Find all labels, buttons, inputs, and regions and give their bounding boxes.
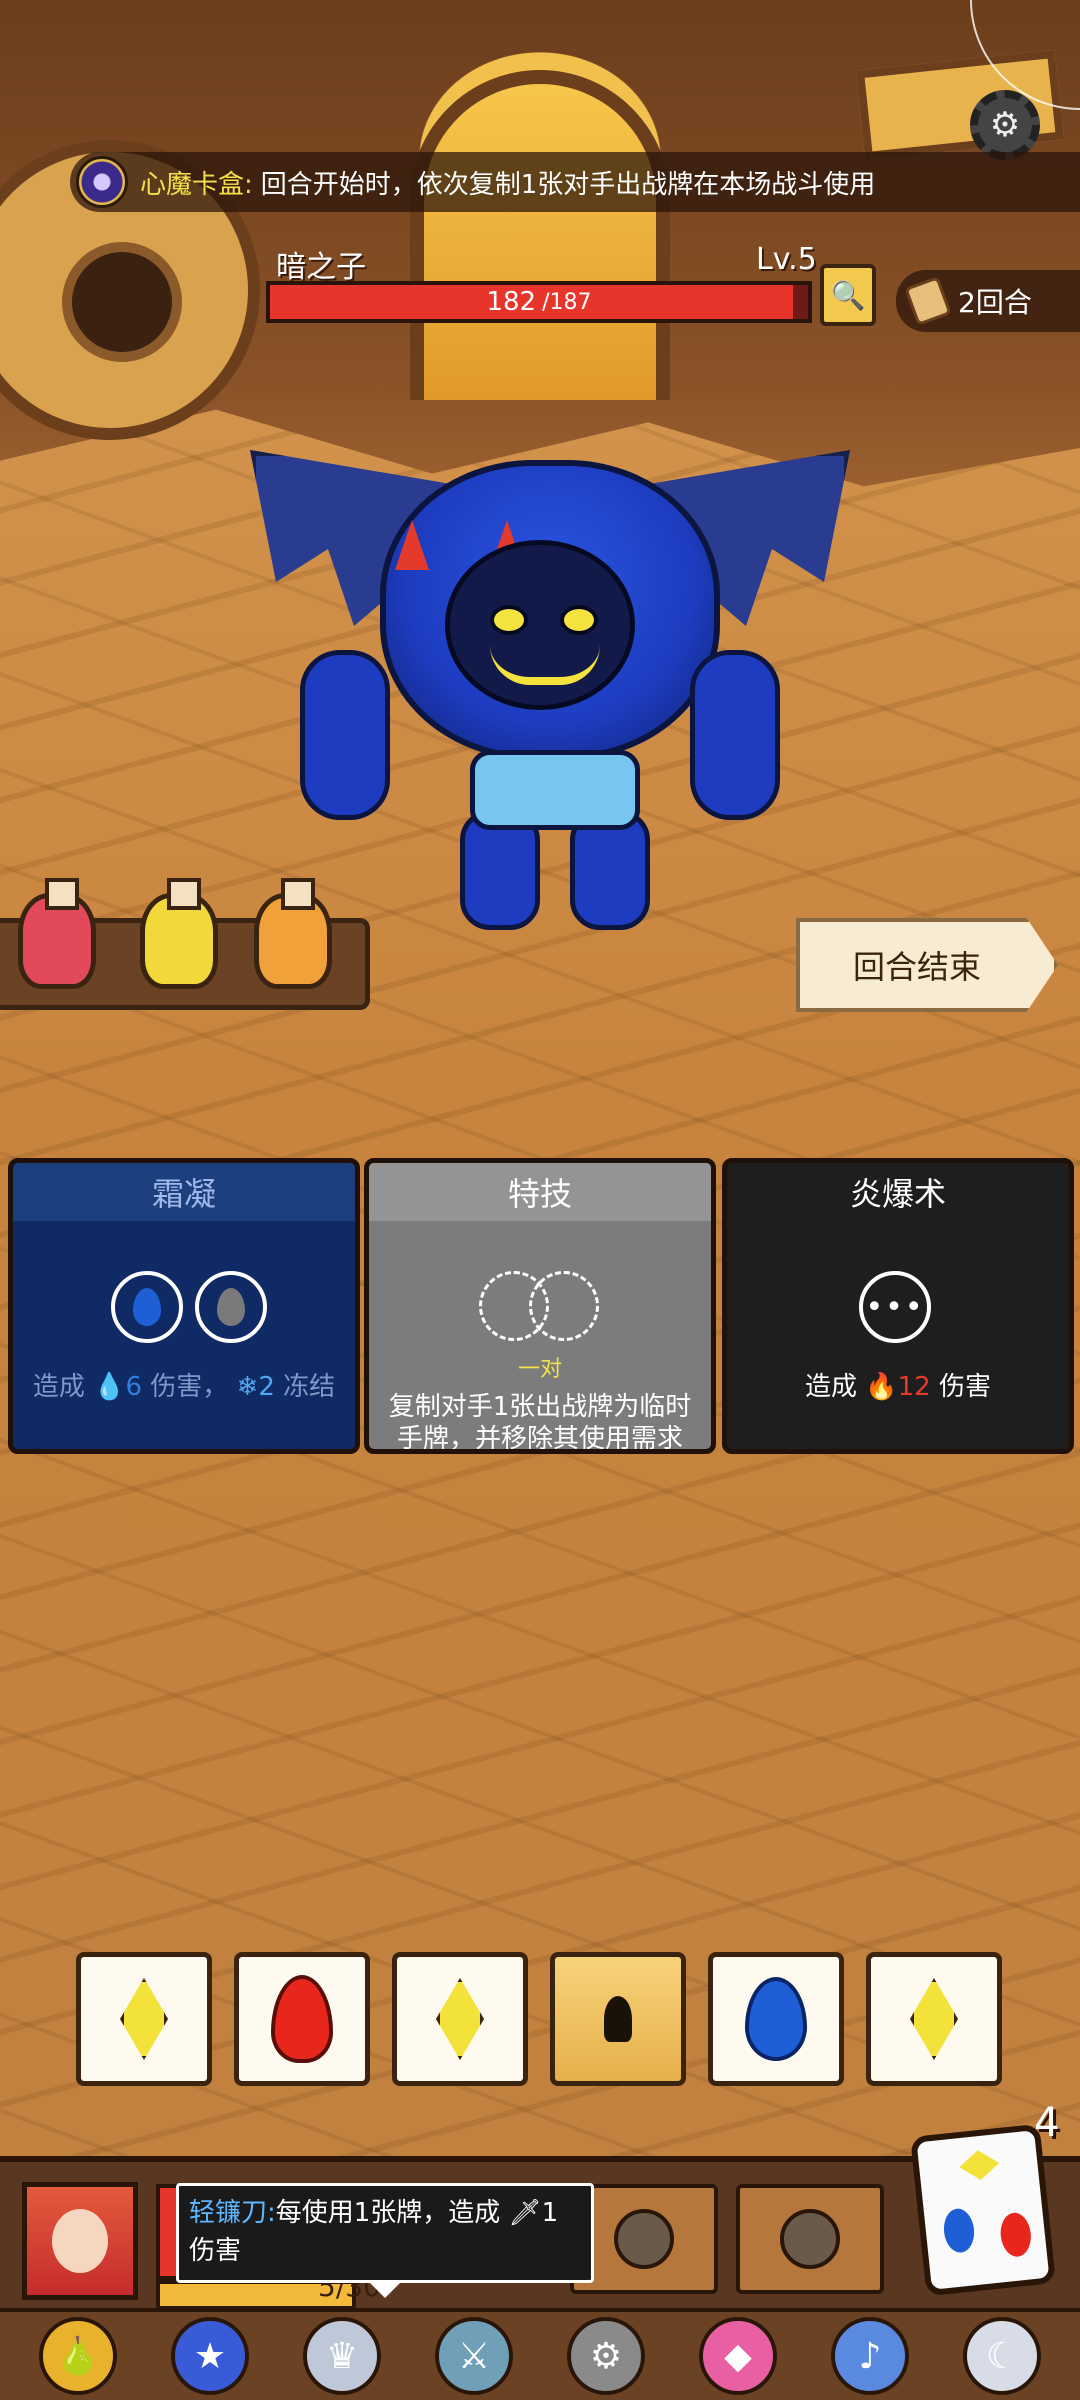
buff-description: 回合开始时，依次复制1张对手出战牌在本场战斗使用 bbox=[260, 169, 876, 200]
dice-locked[interactable] bbox=[550, 1952, 686, 2086]
monster-left-arm bbox=[300, 650, 390, 820]
right-eye bbox=[560, 605, 598, 635]
monster-face bbox=[445, 540, 635, 710]
monster-pants bbox=[470, 750, 640, 830]
enemy-hp-current: 182 bbox=[486, 287, 537, 317]
tooltip-text: 每使用1张牌，造成 bbox=[275, 2198, 501, 2228]
desc-middle: 伤害， bbox=[150, 1372, 229, 1402]
monster-right-arm bbox=[690, 650, 780, 820]
monster-mouth bbox=[490, 645, 600, 685]
dice-blue-water[interactable] bbox=[708, 1952, 844, 2086]
golden-fruit-icon[interactable]: 🍐 bbox=[39, 2317, 117, 2395]
yellow-diamond-icon bbox=[436, 1978, 484, 2060]
turn-label: 2回合 bbox=[958, 286, 1032, 319]
left-eye bbox=[490, 605, 528, 635]
card-skill-title: 特技 bbox=[369, 1163, 711, 1221]
player-avatar[interactable] bbox=[22, 2182, 138, 2300]
enemy-name: 暗之子 bbox=[276, 250, 366, 285]
water-small-icon: 💧 bbox=[93, 1372, 126, 1402]
orange-potion[interactable] bbox=[254, 878, 332, 989]
fire-damage-value: 12 bbox=[897, 1372, 931, 1402]
scroll-icon bbox=[904, 276, 952, 326]
card-skill[interactable]: 特技 一对 复制对手1张出战牌为临时手牌，并移除其使用需求 bbox=[364, 1158, 716, 1454]
ellipsis-icon: ••• bbox=[865, 1289, 925, 1325]
moon-ring-icon[interactable]: ☾ bbox=[963, 2317, 1041, 2395]
snowflake-icon: ❄ bbox=[236, 1372, 259, 1402]
card-skill-body: 一对 复制对手1张出战牌为临时手牌，并移除其使用需求 bbox=[369, 1221, 711, 1454]
yellow-diamond-icon bbox=[120, 1978, 168, 2060]
grey-drop-icon bbox=[217, 1288, 245, 1326]
silver-crown-icon[interactable]: ♛ bbox=[303, 2317, 381, 2395]
red-pip bbox=[998, 2211, 1033, 2259]
enemy-hp-text: 182 /187 bbox=[270, 285, 808, 319]
blue-pip bbox=[941, 2207, 977, 2255]
card-fire-description: 造成 🔥12 伤害 bbox=[727, 1371, 1069, 1403]
enemy-info-button[interactable]: 🔍 bbox=[820, 264, 876, 326]
ruin-archway bbox=[410, 70, 670, 400]
dice-yellow-diamond[interactable] bbox=[392, 1952, 528, 2086]
frost-freeze-value: 2 bbox=[258, 1372, 275, 1402]
dice-yellow-diamond[interactable] bbox=[866, 1952, 1002, 2086]
enemy-hp-max: /187 bbox=[542, 289, 592, 315]
dice-red-fire[interactable] bbox=[234, 1952, 370, 2086]
card-frost-title: 霜凝 bbox=[13, 1163, 355, 1221]
tooltip-line-2: 伤害 bbox=[189, 2236, 242, 2266]
tooltip-line-1: 轻镰刀:每使用1张牌，造成 🗡1 bbox=[189, 2194, 581, 2232]
card-frost-description: 造成 💧6 伤害， ❄2 冻结 bbox=[13, 1371, 355, 1403]
card-frost[interactable]: 霜凝 造成 💧6 伤害， ❄2 冻结 bbox=[8, 1158, 360, 1454]
pair-requirement-label: 一对 bbox=[517, 1357, 562, 1382]
water-slot-icon bbox=[111, 1271, 183, 1343]
empty-slot-icon bbox=[529, 1271, 599, 1341]
spiked-ball-icon bbox=[614, 2209, 674, 2269]
equipment-slot-2[interactable] bbox=[736, 2184, 884, 2294]
enemy-hp-bar: 182 /187 bbox=[266, 281, 812, 323]
tooltip-value: 1 bbox=[541, 2198, 559, 2228]
any-dice-slot-icon: ••• bbox=[859, 1271, 931, 1343]
fire-small-icon: 🔥 bbox=[865, 1372, 898, 1402]
buff-name: 心魔卡盒: bbox=[140, 169, 253, 200]
blue-water-icon bbox=[745, 1977, 807, 2061]
horn-icon[interactable]: ♪ bbox=[831, 2317, 909, 2395]
enemy-level: Lv.5 bbox=[756, 242, 817, 277]
desc-prefix: 造成 bbox=[32, 1372, 85, 1402]
relic-tooltip: 轻镰刀:每使用1张牌，造成 🗡1 伤害 bbox=[176, 2183, 594, 2298]
lock-icon bbox=[604, 1996, 632, 2042]
card-fire-title: 炎爆术 bbox=[727, 1163, 1069, 1221]
card-fire-body: ••• 造成 🔥12 伤害 bbox=[727, 1221, 1069, 1449]
yellow-pip bbox=[958, 2148, 1001, 2182]
sickle-icon[interactable]: ⚔ bbox=[435, 2317, 513, 2395]
turn-counter: 2回合 bbox=[896, 270, 1080, 332]
yellow-diamond-icon bbox=[910, 1978, 958, 2060]
pink-d20-icon[interactable]: ◆ bbox=[699, 2317, 777, 2395]
demon-card-box-icon bbox=[76, 156, 128, 208]
desc-suffix: 冻结 bbox=[283, 1372, 336, 1402]
red-fire-icon bbox=[271, 1975, 333, 2063]
end-turn-button[interactable]: 回合结束 bbox=[796, 918, 1058, 1012]
enemy-monster[interactable] bbox=[250, 430, 850, 950]
sword-icon: 🗡 bbox=[508, 2198, 542, 2228]
card-fire[interactable]: 炎爆术 ••• 造成 🔥12 伤害 bbox=[722, 1158, 1074, 1454]
reroll-die-button[interactable] bbox=[909, 2123, 1057, 2297]
red-potion[interactable] bbox=[18, 878, 96, 989]
grey-water-slot-icon bbox=[195, 1271, 267, 1343]
card-skill-description: 复制对手1张出战牌为临时手牌，并移除其使用需求 bbox=[388, 1392, 692, 1454]
water-drop-icon bbox=[133, 1288, 161, 1326]
magnifier-icon: 🔍 bbox=[830, 278, 866, 312]
potion-shelf bbox=[0, 878, 370, 1010]
desc-prefix: 造成 bbox=[804, 1372, 857, 1402]
desc-suffix: 伤害 bbox=[939, 1372, 992, 1402]
relic-bar: 🍐 ★ ♛ ⚔ ⚙ ◆ ♪ ☾ bbox=[0, 2308, 1080, 2400]
crystal-ball-icon[interactable]: ★ bbox=[171, 2317, 249, 2395]
frost-damage-value: 6 bbox=[125, 1372, 143, 1402]
yellow-potion[interactable] bbox=[140, 878, 218, 989]
enemy-buff-banner[interactable]: 心魔卡盒: 回合开始时，依次复制1张对手出战牌在本场战斗使用 bbox=[70, 152, 1080, 212]
avatar-face bbox=[52, 2209, 108, 2273]
settings-gear-icon[interactable]: ⚙ bbox=[970, 90, 1040, 160]
card-frost-body: 造成 💧6 伤害， ❄2 冻结 bbox=[13, 1221, 355, 1449]
tooltip-relic-name: 轻镰刀: bbox=[189, 2198, 276, 2228]
shield-wheel-icon[interactable]: ⚙ bbox=[567, 2317, 645, 2395]
dice-yellow-diamond[interactable] bbox=[76, 1952, 212, 2086]
bomb-icon bbox=[780, 2209, 840, 2269]
